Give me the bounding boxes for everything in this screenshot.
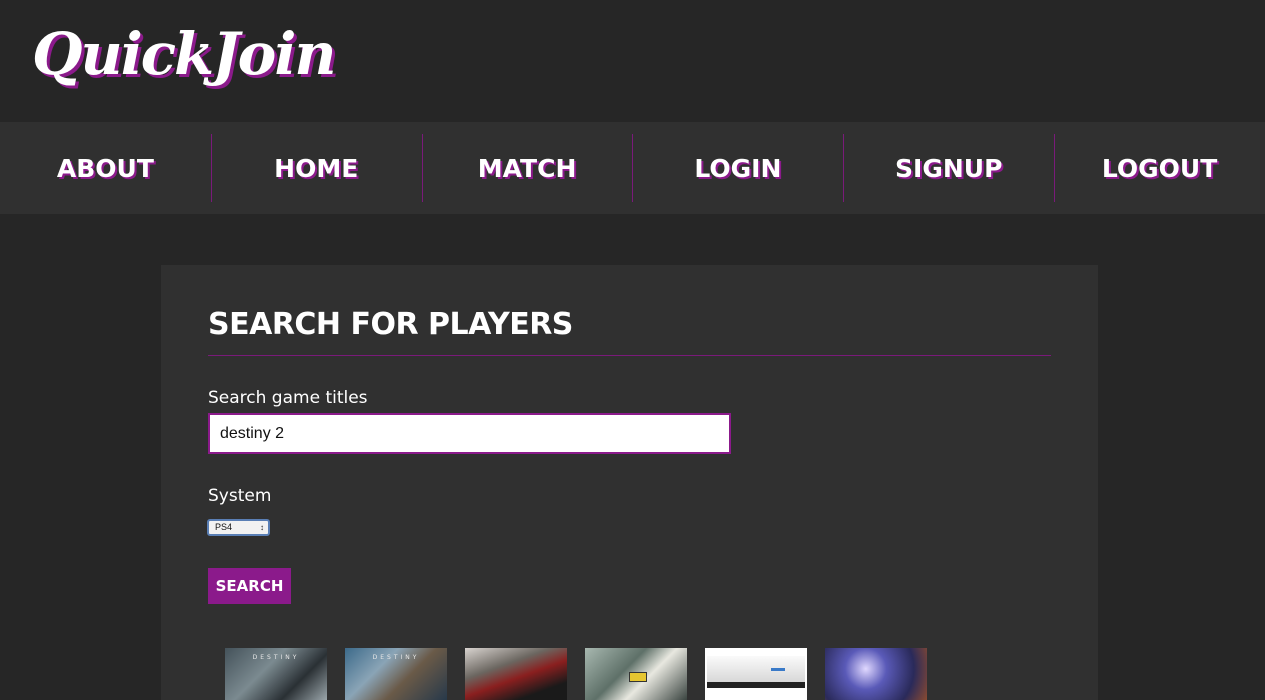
page-title: SEARCH FOR PLAYERS [208,307,573,342]
nav-home[interactable]: HOME [210,122,422,214]
thumbnail-caption: DESTINY [372,654,420,661]
search-button[interactable]: SEARCH [208,568,291,604]
game-cover-image[interactable]: DESTINY [345,648,447,700]
site-header: QuickJoin [0,0,1265,122]
search-panel: SEARCH FOR PLAYERS Search game titles de… [161,265,1098,700]
console-image[interactable] [705,648,807,700]
cover-tag-icon [629,672,647,682]
console-icon [707,656,805,688]
nav-logout[interactable]: LOGOUT [1054,122,1265,214]
game-cover-image[interactable]: DESTINY [225,648,327,700]
quickjoin-logo[interactable]: QuickJoin [32,14,337,94]
nav-about[interactable]: ABOUT [0,122,211,214]
game-title-label: Search game titles [208,388,368,408]
nav-login[interactable]: LOGIN [632,122,843,214]
nav-signup[interactable]: SIGNUP [843,122,1054,214]
game-cover-image[interactable] [585,648,687,700]
thumbnail-caption: DESTINY [252,654,300,661]
results-thumbnails: DESTINY DESTINY [225,648,927,700]
game-cover-image[interactable] [825,648,927,700]
title-divider [208,355,1051,356]
system-select[interactable]: PS4 ↕ [207,519,270,536]
game-search-input[interactable]: destiny 2 [208,413,731,454]
system-label: System [208,486,272,506]
main-nav: ABOUT HOME MATCH LOGIN SIGNUP LOGOUT [0,122,1265,214]
select-arrows-icon: ↕ [260,523,264,532]
game-cover-image[interactable] [465,648,567,700]
system-select-value: PS4 [215,522,233,532]
nav-match[interactable]: MATCH [421,122,633,214]
